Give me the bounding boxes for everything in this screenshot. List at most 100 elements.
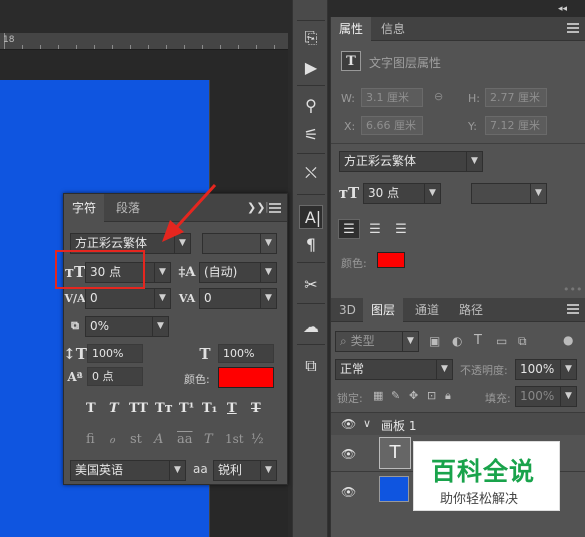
visibility-eye-icon[interactable]: 👁︎ [341, 417, 357, 431]
expand-chevron-icon[interactable]: ∨ [363, 417, 371, 430]
panel-menu-icon[interactable] [567, 23, 579, 33]
play-action-icon[interactable]: ▶ [299, 55, 323, 79]
char-color-swatch[interactable] [218, 367, 274, 388]
history-icon[interactable]: ⎘ [299, 26, 323, 50]
align-left-button[interactable]: ☰ [338, 219, 360, 239]
artboard-layer-name: 画板 1 [381, 419, 417, 433]
language-select[interactable]: 美国英语 ▼ [70, 460, 186, 481]
character-menu-icon[interactable] [269, 203, 281, 213]
link-icon[interactable]: ⊖ [434, 90, 443, 103]
x-field[interactable]: 6.66 厘米 [361, 116, 423, 135]
char-font-family-value: 方正彩云繁体 [75, 236, 148, 250]
brush-settings-icon[interactable]: ⚟ [299, 122, 323, 146]
faux-italic-button[interactable]: T [109, 401, 119, 416]
glyphs-icon[interactable]: ⧉ [299, 354, 323, 378]
font-size-value: 30 点 [368, 186, 400, 200]
small-caps-button[interactable]: Tт [155, 401, 173, 416]
tab-3d[interactable]: 3D [331, 298, 364, 322]
leading-select[interactable]: (自动) ▼ [199, 262, 277, 283]
align-center-button[interactable]: ☰ [364, 219, 386, 239]
artboard-layer-row[interactable]: 👁︎ ∨ 画板 1 [331, 413, 585, 435]
brushes-icon[interactable]: ⚲ [299, 93, 323, 117]
proportional-spacing-select[interactable]: 0% ▼ [85, 316, 169, 337]
text-color-swatch[interactable] [377, 252, 405, 268]
tab-info[interactable]: 信息 [373, 17, 413, 41]
tab-character[interactable]: 字符 [64, 194, 105, 222]
visibility-eye-icon[interactable]: 👁︎ [341, 485, 357, 499]
collapse-panels-icon[interactable]: ◂◂ [558, 4, 567, 14]
kerning-value: 0 [90, 291, 98, 305]
tab-channels[interactable]: 通道 [407, 298, 447, 322]
lock-pixels-icon[interactable]: ▦ [373, 389, 383, 402]
visibility-eye-icon[interactable]: 👁︎ [341, 447, 357, 461]
kerning-icon: V/A [64, 291, 86, 305]
strikethrough-button[interactable]: T [251, 401, 261, 416]
filter-pixel-icon[interactable]: ▣ [429, 334, 440, 348]
language-value: 美国英语 [75, 463, 124, 477]
width-field[interactable]: 3.1 厘米 [361, 88, 423, 107]
opacity-label: 不透明度: [460, 364, 508, 377]
annotation-arrow [162, 183, 217, 242]
vertical-scale-icon: ↕T [63, 345, 87, 363]
lock-move-icon[interactable]: ✥ [409, 389, 418, 402]
ligatures-button[interactable]: fi [86, 432, 95, 447]
tracking-value: 0 [204, 291, 212, 305]
kerning-select[interactable]: 0 ▼ [85, 288, 171, 309]
subscript-button[interactable]: T₁ [202, 401, 217, 416]
stylistic-alternates-button[interactable]: aa [177, 432, 193, 447]
filter-shape-icon[interactable]: ▭ [496, 334, 507, 348]
clone-source-icon[interactable]: ⛌ [299, 161, 323, 185]
height-field[interactable]: 2.77 厘米 [485, 88, 547, 107]
y-field[interactable]: 7.12 厘米 [485, 116, 547, 135]
faux-bold-button[interactable]: T [86, 401, 96, 416]
leading-icon: ‡A [178, 264, 196, 280]
paragraph-panel-icon[interactable]: ¶ [299, 232, 323, 256]
tracking-select[interactable]: 0 ▼ [199, 288, 277, 309]
collapse-panel-icon[interactable]: ❯❯ [247, 201, 265, 214]
more-icon[interactable]: ••• [563, 283, 582, 296]
tab-properties[interactable]: 属性 [331, 17, 372, 41]
watermark-subtitle: 助你轻松解决 [440, 492, 519, 507]
font-size-icon: ᴛT [338, 184, 360, 202]
lock-paint-icon[interactable]: ✎ [391, 389, 400, 402]
opacity-field[interactable]: 100% ▼ [515, 359, 577, 380]
swash-button[interactable]: A [154, 432, 163, 447]
horizontal-scale-field[interactable]: 100% [218, 344, 274, 363]
tools-icon[interactable]: ✂ [299, 272, 323, 296]
fractions-button[interactable]: ½ [251, 432, 264, 447]
tab-paths[interactable]: 路径 [451, 298, 491, 322]
shape-layer-thumbnail [379, 476, 409, 502]
horizontal-scale-icon: T [199, 345, 211, 363]
ordinals-button[interactable]: 1st [225, 432, 244, 446]
character-panel-icon[interactable]: A| [299, 205, 323, 229]
search-icon: ⌕ [340, 334, 347, 348]
titling-alternates-button[interactable]: T [204, 432, 213, 447]
baseline-shift-field[interactable]: 0 点 [87, 367, 143, 386]
vertical-scale-field[interactable]: 100% [87, 344, 143, 363]
lock-artboard-icon[interactable]: ⊡ [427, 389, 436, 402]
all-caps-button[interactable]: TT [129, 401, 148, 416]
discretionary-ligatures-button[interactable]: st [130, 432, 142, 447]
superscript-button[interactable]: T¹ [179, 401, 194, 416]
text-layer-icon: T [341, 51, 361, 71]
leading-value: (自动) [204, 265, 238, 279]
filter-adjust-icon[interactable]: ◐ [452, 334, 462, 348]
fill-field[interactable]: 100% ▼ [515, 386, 577, 407]
font-family-select[interactable]: 方正彩云繁体 ▼ [339, 151, 483, 172]
font-size-select[interactable]: 30 点 ▼ [363, 183, 441, 204]
filter-type-icon[interactable]: T [474, 333, 482, 348]
blend-mode-value: 正常 [340, 362, 365, 376]
libraries-icon[interactable]: ☁ [299, 314, 323, 338]
tab-layers[interactable]: 图层 [363, 298, 404, 322]
layers-menu-icon[interactable] [567, 304, 579, 314]
font-family-value: 方正彩云繁体 [344, 154, 417, 168]
old-style-button[interactable]: ℴ [109, 432, 115, 447]
blend-mode-select[interactable]: 正常 ▼ [335, 359, 453, 380]
align-right-button[interactable]: ☰ [390, 219, 412, 239]
filter-smart-icon[interactable]: ⧉ [518, 334, 527, 349]
antialias-select[interactable]: 锐利 ▼ [213, 460, 277, 481]
filter-kind-select[interactable]: ⌕ 类型 ▼ [335, 331, 419, 352]
lock-all-icon[interactable]: 🔒︎ [445, 389, 451, 403]
filter-toggle-icon[interactable]: ● [563, 333, 573, 347]
underline-button[interactable]: T [227, 401, 237, 416]
